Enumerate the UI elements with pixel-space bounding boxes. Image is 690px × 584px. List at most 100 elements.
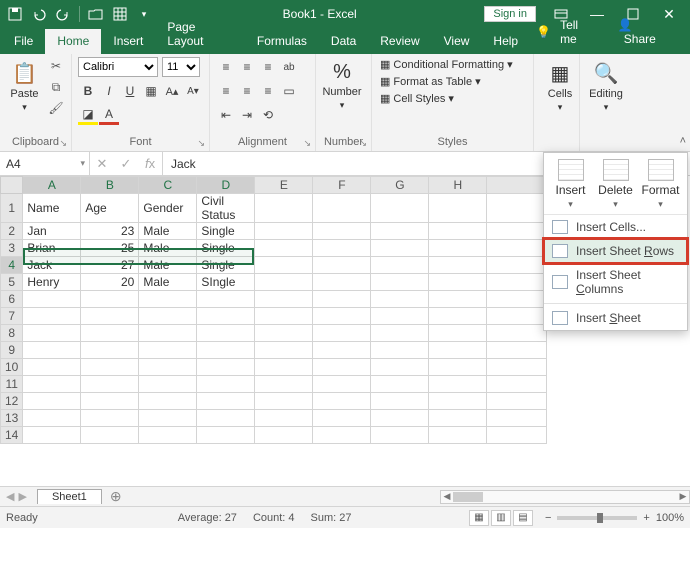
delete-split-button[interactable]: Delete ▾ bbox=[594, 159, 638, 210]
cell[interactable]: Male bbox=[139, 223, 197, 240]
sheet-nav-next-icon[interactable]: ▶ bbox=[18, 490, 26, 503]
sign-in-button[interactable]: Sign in bbox=[484, 6, 536, 22]
cell[interactable] bbox=[81, 291, 139, 308]
cell[interactable] bbox=[429, 410, 487, 427]
cell[interactable] bbox=[255, 359, 313, 376]
cell[interactable] bbox=[371, 342, 429, 359]
cell[interactable] bbox=[139, 410, 197, 427]
tell-me-button[interactable]: 💡 Tell me bbox=[530, 10, 608, 54]
cell[interactable] bbox=[313, 359, 371, 376]
collapse-ribbon-icon[interactable]: ˄ bbox=[680, 135, 686, 147]
cell[interactable] bbox=[371, 308, 429, 325]
cell[interactable] bbox=[139, 325, 197, 342]
cell[interactable] bbox=[255, 291, 313, 308]
row-header[interactable]: 6 bbox=[1, 291, 23, 308]
cell[interactable]: SIngle bbox=[197, 274, 255, 291]
cell[interactable] bbox=[313, 410, 371, 427]
page-layout-view-icon[interactable]: ▥ bbox=[491, 510, 511, 526]
cell[interactable] bbox=[313, 308, 371, 325]
zoom-slider[interactable] bbox=[557, 516, 637, 520]
cell[interactable] bbox=[255, 342, 313, 359]
row-header[interactable]: 3 bbox=[1, 240, 23, 257]
cell[interactable] bbox=[313, 325, 371, 342]
column-header[interactable]: A bbox=[23, 177, 81, 194]
zoom-out-icon[interactable]: − bbox=[545, 512, 551, 524]
enter-formula-icon[interactable]: ✓ bbox=[114, 156, 138, 172]
cell[interactable] bbox=[429, 359, 487, 376]
paste-button[interactable]: 📋 Paste ▾ bbox=[6, 57, 43, 117]
tab-insert[interactable]: Insert bbox=[101, 29, 155, 54]
cell[interactable] bbox=[371, 427, 429, 444]
align-middle-button[interactable]: ≡ bbox=[237, 57, 257, 77]
sheet-tab[interactable]: Sheet1 bbox=[37, 489, 102, 504]
cell[interactable] bbox=[313, 194, 371, 223]
menu-insert-sheet[interactable]: Insert Sheet bbox=[544, 306, 687, 330]
qat-customize-icon[interactable]: ▾ bbox=[133, 3, 155, 25]
cell[interactable] bbox=[81, 410, 139, 427]
font-color-button[interactable]: A bbox=[99, 105, 119, 125]
row-header[interactable]: 1 bbox=[1, 194, 23, 223]
orientation-button[interactable]: ⟲ bbox=[258, 105, 278, 125]
cell[interactable] bbox=[81, 325, 139, 342]
dialog-launcher-icon[interactable]: ↘ bbox=[59, 138, 67, 149]
cell[interactable]: Jan bbox=[23, 223, 81, 240]
tab-data[interactable]: Data bbox=[319, 29, 368, 54]
cell[interactable] bbox=[429, 308, 487, 325]
fill-color-button[interactable]: ◪ bbox=[78, 105, 98, 125]
cell[interactable] bbox=[487, 257, 547, 274]
sheet-nav-prev-icon[interactable]: ◀ bbox=[6, 490, 14, 503]
cell[interactable] bbox=[255, 427, 313, 444]
dialog-launcher-icon[interactable]: ↘ bbox=[197, 138, 205, 149]
cell[interactable] bbox=[429, 325, 487, 342]
cell[interactable]: Brian bbox=[23, 240, 81, 257]
row-header[interactable]: 4 bbox=[1, 257, 23, 274]
cell[interactable] bbox=[371, 223, 429, 240]
cell-styles-button[interactable]: ▦Cell Styles ▾ bbox=[378, 91, 527, 106]
cell[interactable] bbox=[81, 376, 139, 393]
cell[interactable] bbox=[313, 257, 371, 274]
zoom-in-icon[interactable]: + bbox=[643, 512, 649, 524]
cell[interactable] bbox=[255, 393, 313, 410]
cell[interactable] bbox=[487, 240, 547, 257]
cell[interactable]: Single bbox=[197, 257, 255, 274]
cell[interactable] bbox=[371, 410, 429, 427]
format-as-table-button[interactable]: ▦Format as Table ▾ bbox=[378, 74, 527, 89]
column-header[interactable]: C bbox=[139, 177, 197, 194]
name-box[interactable]: A4▾ bbox=[0, 152, 90, 175]
scroll-thumb[interactable] bbox=[453, 492, 483, 502]
tab-page-layout[interactable]: Page Layout bbox=[155, 15, 245, 54]
column-header[interactable] bbox=[487, 177, 547, 194]
cell[interactable] bbox=[197, 410, 255, 427]
cell[interactable]: Henry bbox=[23, 274, 81, 291]
horizontal-scrollbar[interactable]: ◀ ▶ bbox=[440, 490, 690, 504]
cell[interactable] bbox=[429, 240, 487, 257]
cell[interactable] bbox=[23, 393, 81, 410]
cell[interactable] bbox=[429, 291, 487, 308]
cell[interactable] bbox=[429, 393, 487, 410]
cell[interactable]: Male bbox=[139, 257, 197, 274]
tab-home[interactable]: Home bbox=[45, 29, 101, 54]
cell[interactable] bbox=[197, 291, 255, 308]
cells-button[interactable]: ▦ Cells ▾ bbox=[540, 57, 580, 117]
cell[interactable] bbox=[429, 274, 487, 291]
cell[interactable] bbox=[139, 308, 197, 325]
cell[interactable] bbox=[371, 291, 429, 308]
tab-review[interactable]: Review bbox=[368, 29, 431, 54]
cell[interactable] bbox=[23, 342, 81, 359]
cell[interactable] bbox=[313, 274, 371, 291]
cut-icon[interactable]: ✂ bbox=[47, 57, 65, 75]
row-header[interactable]: 14 bbox=[1, 427, 23, 444]
cell[interactable] bbox=[371, 194, 429, 223]
row-header[interactable]: 11 bbox=[1, 376, 23, 393]
row-header[interactable]: 12 bbox=[1, 393, 23, 410]
row-header[interactable]: 7 bbox=[1, 308, 23, 325]
cell[interactable] bbox=[81, 393, 139, 410]
cell[interactable] bbox=[197, 359, 255, 376]
cancel-formula-icon[interactable]: ✕ bbox=[90, 156, 114, 172]
cell[interactable] bbox=[23, 308, 81, 325]
cell[interactable] bbox=[487, 325, 547, 342]
save-icon[interactable] bbox=[4, 3, 26, 25]
cell[interactable] bbox=[313, 427, 371, 444]
cell[interactable] bbox=[255, 194, 313, 223]
column-header[interactable]: G bbox=[371, 177, 429, 194]
